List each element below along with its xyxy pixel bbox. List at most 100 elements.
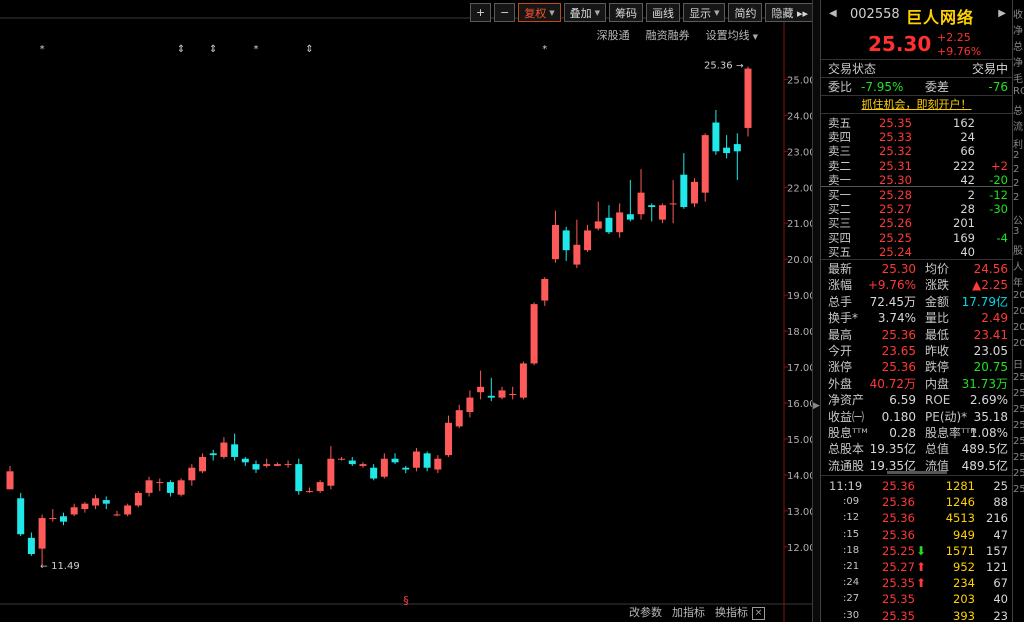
candle-body-up — [509, 394, 517, 396]
quote-scroll-indicator[interactable] — [887, 471, 947, 474]
side-strip-text: 25 — [1013, 372, 1024, 383]
candle-body-up — [284, 464, 292, 466]
margin-trading-link[interactable]: 融资融券 — [646, 27, 690, 43]
quote-value: 40.72万 — [869, 376, 916, 391]
asks-level-row[interactable]: 卖五 25.35 162 — [821, 116, 1012, 130]
toolbar-item-2[interactable]: 筹码 — [609, 3, 644, 22]
zoom-in-button[interactable]: + — [469, 3, 492, 22]
candle-body-down — [231, 444, 239, 457]
close-icon[interactable]: × — [752, 607, 765, 620]
switch-indicator-button[interactable]: 换指标 — [715, 604, 748, 620]
max-price-label: 25.36 — [704, 60, 733, 71]
tick-price: 25.25 — [882, 543, 915, 558]
quote-label: 量比 — [925, 311, 950, 326]
level-delta: -4 — [996, 230, 1008, 245]
side-strip-text: 日 — [1013, 360, 1023, 371]
quote-value: 489.5亿 — [961, 458, 1008, 473]
candle-body-down — [648, 205, 656, 208]
asks-level-row[interactable]: 卖三 25.32 66 — [821, 144, 1012, 158]
tick-volume: 393 — [953, 608, 975, 622]
tick-row: :15 25.36 949 47 — [821, 527, 1012, 543]
y-tick-label: 24.00 — [787, 111, 812, 122]
candle-body-up — [338, 458, 346, 460]
side-strip-text: 总 — [1013, 106, 1023, 117]
candle-body-up — [658, 205, 666, 220]
tick-row: :21 25.27 ⬆ 952 121 — [821, 559, 1012, 575]
tick-list[interactable]: 11:19 25.36 1281 25:09 25.36 1246 88:12 25.36 45… — [821, 476, 1012, 622]
quote-label: 总手 — [828, 294, 853, 309]
side-info-strip[interactable]: 收净总净毛ROE总流利2222公3股人年20202020日25252525252… — [1012, 0, 1024, 622]
trade-state-row: 交易状态 交易中 — [821, 60, 1012, 78]
quote-value: 3.74% — [877, 311, 916, 326]
side-strip-text: 3 — [1013, 226, 1020, 237]
quote-label: 最新 — [828, 262, 853, 276]
quote-value: 19.35亿 — [869, 442, 916, 457]
toolbar-item-1[interactable]: 叠加 ▼ — [563, 3, 607, 22]
candle-body-up — [530, 304, 538, 364]
quote-value: 2.49 — [981, 311, 1008, 326]
bids-level-row[interactable]: 买二 25.27 28 -30 — [821, 202, 1012, 216]
hk-connect-link[interactable]: 深股通 — [597, 27, 630, 43]
bids-level-row[interactable]: 买五 25.24 40 — [821, 245, 1012, 259]
chart-sub-toolbar: 深股通 融资融券 设置均线 ▼ — [597, 27, 758, 43]
level-volume: 2 — [967, 188, 975, 202]
tick-price: 25.36 — [882, 495, 915, 510]
next-stock-icon[interactable]: ▶ — [998, 8, 1006, 19]
candle-body-up — [466, 397, 474, 412]
chevron-down-icon: ▼ — [594, 8, 601, 17]
bids-level-row[interactable]: 买三 25.26 201 — [821, 216, 1012, 230]
candle-body-up — [92, 498, 100, 506]
candle-body-down — [423, 453, 431, 468]
arrow-left-icon: ← — [40, 562, 48, 572]
quote-stats: 最新 25.30 均价 24.56 涨幅 +9.76% 涨跌 ▲2.25 总手 72.45万 金额 1… — [821, 260, 1012, 476]
zoom-out-button[interactable]: − — [494, 3, 516, 22]
collapse-arrow-icon[interactable]: ▶ — [813, 392, 820, 420]
toolbar-item-5[interactable]: 简约 — [728, 3, 763, 22]
toolbar-item-3[interactable]: 画线 — [646, 3, 681, 22]
change-params-button[interactable]: 改参数 — [629, 604, 662, 620]
quote-label: 金额 — [925, 294, 950, 309]
panel-splitter[interactable] — [812, 0, 820, 622]
candle-body-up — [498, 390, 506, 398]
side-strip-text: 2 — [1013, 164, 1020, 175]
candle-body-down — [712, 122, 720, 152]
bids-level-row[interactable]: 买一 25.28 2 -12 — [821, 188, 1012, 202]
toolbar-item-4[interactable]: 显示 ▼ — [683, 3, 726, 22]
tick-price: 25.36 — [882, 479, 915, 493]
kline-chart-area[interactable]: 25.00 24.00 23.00 22.00 21.00 20.00 19.00 18.00… — [0, 0, 820, 622]
level-label: 卖二 — [828, 158, 851, 173]
side-strip-text: 利 — [1013, 140, 1023, 151]
side-strip-text: 20 — [1013, 306, 1024, 317]
toolbar-item-0[interactable]: 复权 ▼ — [518, 3, 561, 22]
level-delta: -30 — [989, 202, 1008, 217]
open-account-banner[interactable]: 抓住机会，即刻开户！ — [821, 96, 1012, 114]
candle-body-up — [669, 203, 677, 205]
side-strip-text: 25 — [1013, 468, 1024, 479]
candle-body-down — [166, 482, 174, 493]
candle-body-down — [27, 537, 35, 555]
candle-body-up — [124, 505, 132, 515]
quote-label: 跌停 — [925, 360, 950, 375]
candle-body-down — [562, 230, 570, 251]
asks-level-row[interactable]: 卖一 25.30 42 -20 — [821, 173, 1012, 187]
level-price: 25.26 — [879, 216, 912, 231]
ma-settings-link[interactable]: 设置均线 ▼ — [706, 27, 758, 43]
tick-count: 88 — [993, 495, 1008, 510]
candle-body-up — [445, 422, 453, 456]
bids-level-row[interactable]: 买四 25.25 169 -4 — [821, 231, 1012, 245]
quote-label: 内盘 — [925, 376, 950, 391]
side-strip-text: 25 — [1013, 420, 1024, 431]
add-indicator-button[interactable]: 加指标 — [672, 604, 705, 620]
kline-chart[interactable]: 25.00 24.00 23.00 22.00 21.00 20.00 19.00 18.00… — [0, 0, 812, 622]
tick-count: 40 — [993, 592, 1008, 607]
asks-level-row[interactable]: 卖四 25.33 24 — [821, 130, 1012, 144]
toolbar-item-6[interactable]: 隐藏 ▸▸ — [765, 3, 814, 22]
quote-value: 489.5亿 — [961, 442, 1008, 457]
quote-value: 23.65 — [881, 343, 916, 358]
tick-row: :18 25.25 ⬇ 1571 157 — [821, 543, 1012, 559]
quote-label: 最高 — [828, 327, 853, 342]
level-label: 卖一 — [828, 172, 851, 187]
side-strip-text: 流 — [1013, 122, 1023, 133]
prev-stock-icon[interactable]: ◀ — [829, 8, 837, 19]
asks-level-row[interactable]: 卖二 25.31 222 +2 — [821, 159, 1012, 173]
